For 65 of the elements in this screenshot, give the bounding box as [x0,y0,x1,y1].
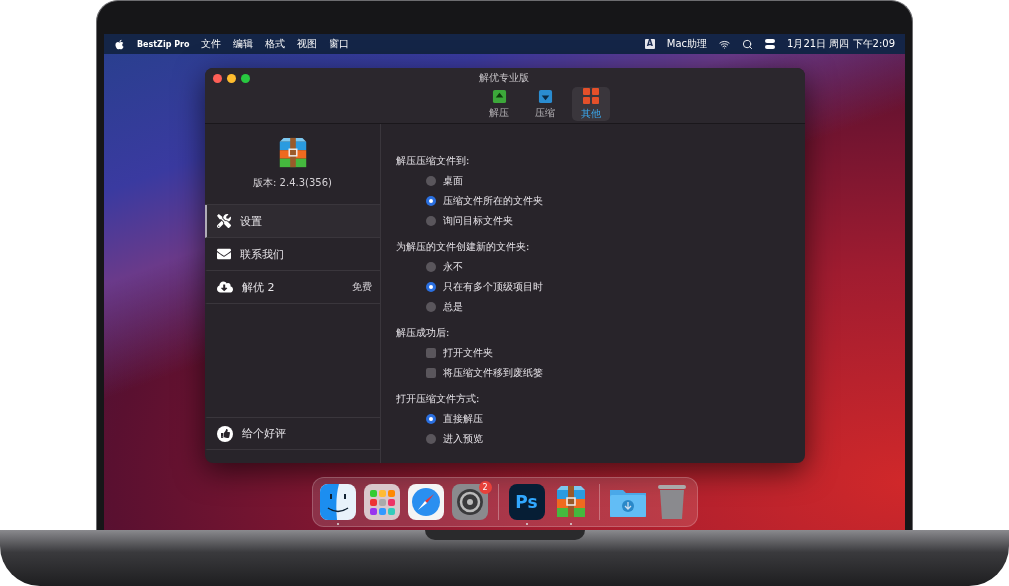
section-heading: 为解压的文件创建新的文件夹: [396,240,531,254]
option-label: 询问目标文件夹 [443,214,513,228]
option-label: 进入预览 [443,432,483,446]
radio-button[interactable] [426,196,436,206]
sidebar-item[interactable]: 联系我们 [205,238,380,271]
toolbar-tab[interactable]: 其他 [572,87,610,121]
zoom-button[interactable] [241,73,250,83]
toolbar-tab[interactable]: 解压 [480,87,518,121]
radio-button[interactable] [426,216,436,226]
cloud-download-icon [217,279,233,295]
menu-clock[interactable]: 1月21日 周四 下午2:09 [787,37,895,51]
sidebar-item[interactable]: 给个好评 [205,417,380,450]
sidebar-item-label: 解优 2 [242,279,276,295]
window-title: 解优专业版 [477,71,530,85]
radio-button[interactable] [426,434,436,444]
option-label: 将压缩文件移到废纸篓 [443,366,543,380]
radio-button[interactable] [426,282,436,292]
search-icon[interactable] [742,38,754,50]
version-label: 版本: 2.4.3(356) [253,176,332,190]
option-label: 打开文件夹 [443,346,493,360]
input-source-indicator[interactable]: A [644,39,655,49]
sidebar-item[interactable]: 解优 2 免费 [205,271,380,304]
thumbs-up-icon [217,425,233,442]
sidebar-item-label: 联系我们 [240,246,285,262]
grid-squares-icon [582,87,600,105]
toggle-switches-icon[interactable] [765,39,776,49]
option-label: 永不 [443,260,463,274]
radio-button[interactable] [426,302,436,312]
option-label: 总是 [443,300,463,314]
apple-logo-icon[interactable] [114,38,125,50]
section-heading: 解压压缩文件到: [396,154,471,168]
option-label: 桌面 [443,174,463,188]
sidebar-item-label: 设置 [240,213,263,229]
option-label: 直接解压 [443,412,483,426]
menu-item[interactable]: 格式 [265,37,286,51]
menu-item[interactable]: 视图 [297,37,318,51]
app-menu[interactable]: BestZip Pro [137,39,190,49]
menu-extra[interactable]: Mac助理 [666,37,708,51]
trash-can-icon[interactable] [655,483,688,522]
checkbox[interactable] [426,368,436,378]
app-grid-icon[interactable] [363,484,400,521]
radio-button[interactable] [426,262,436,272]
section-heading: 解压成功后: [396,326,451,340]
gear-icon[interactable] [451,484,488,521]
option-label: 只在有多个顶级项目时 [443,280,543,294]
minimize-button[interactable] [227,73,236,83]
free-label: 免费 [352,280,372,294]
checkbox[interactable] [426,348,436,358]
toolbar-tab[interactable]: 压缩 [526,87,564,121]
envelope-icon [217,247,231,261]
menu-item[interactable]: 窗口 [329,37,350,51]
radio-button[interactable] [426,414,436,424]
menu-item[interactable]: 编辑 [233,37,254,51]
menu-item[interactable]: 文件 [201,37,222,51]
radio-button[interactable] [426,176,436,186]
option-label: 压缩文件所在的文件夹 [443,194,543,208]
photoshop-app-icon[interactable]: Ps [508,484,545,521]
section-heading: 打开压缩文件方式: [396,392,481,406]
tools-icon [217,214,231,228]
compass-icon[interactable] [407,484,444,521]
sidebar-item-label: 给个好评 [242,426,287,441]
finder-face-icon[interactable] [319,484,356,521]
sidebar-item[interactable]: 设置 [205,205,380,238]
close-button[interactable] [213,73,222,83]
wifi-icon[interactable] [719,38,731,50]
